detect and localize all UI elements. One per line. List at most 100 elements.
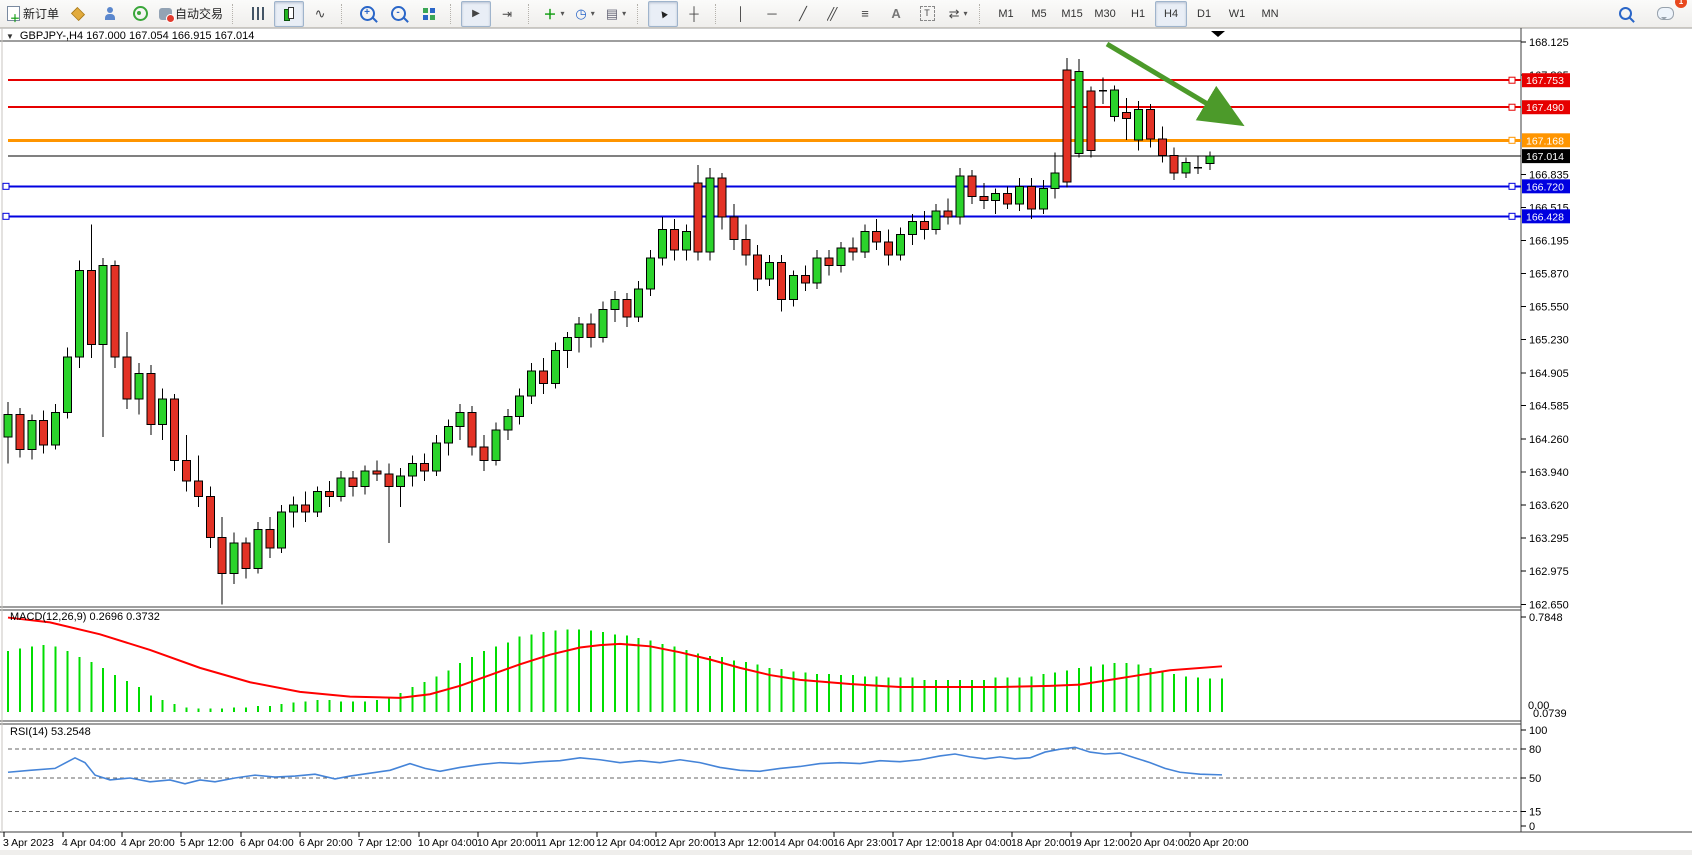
toolbar-separator xyxy=(528,4,535,24)
chart-shift-button[interactable]: ⇥ xyxy=(492,1,522,27)
price-tick-label: 163.620 xyxy=(1529,500,1569,512)
auto-trading-button[interactable]: 自动交易 xyxy=(156,1,226,27)
zoom-in-button[interactable]: + xyxy=(352,1,382,27)
new-order-icon xyxy=(7,6,20,21)
timeframe-h1[interactable]: H1 xyxy=(1122,1,1154,27)
market-depth-icon xyxy=(71,6,85,20)
candle-body xyxy=(611,299,619,309)
line-anchor-handle[interactable] xyxy=(3,183,9,189)
candle-body xyxy=(254,529,262,568)
timeframe-m15[interactable]: M15 xyxy=(1056,1,1088,27)
candle-body xyxy=(551,351,559,384)
time-label: 19 Apr 12:00 xyxy=(1070,837,1130,849)
bar-chart-button[interactable] xyxy=(243,1,273,27)
candle-body xyxy=(171,399,179,461)
candle-body xyxy=(409,464,417,476)
template-icon: ▤ xyxy=(606,6,618,22)
candle-body xyxy=(873,232,881,242)
notifications-button[interactable]: 1 xyxy=(1650,1,1680,27)
text-label-tool[interactable]: T xyxy=(912,1,942,27)
channel-icon: ╱╱ xyxy=(827,7,841,21)
candle-body xyxy=(789,276,797,300)
timeframe-m1[interactable]: M1 xyxy=(990,1,1022,27)
price-badge-label: 167.490 xyxy=(1526,102,1564,114)
candle-body xyxy=(1170,156,1178,173)
candle-body xyxy=(730,217,738,240)
timeframe-m30[interactable]: M30 xyxy=(1089,1,1121,27)
candle-body xyxy=(278,512,286,548)
rsi-indicator-label: RSI(14) 53.2548 xyxy=(10,726,91,738)
chart-window-title[interactable]: ▼ GBPJPY-,H4 167.000 167.054 166.915 167… xyxy=(6,30,254,42)
candle-body xyxy=(1146,109,1154,139)
price-badge-label: 166.428 xyxy=(1526,211,1564,223)
symbol-dropdown-icon[interactable]: ▼ xyxy=(6,32,14,41)
timeframe-group: M1M5M15M30H1H4D1W1MN xyxy=(990,1,1286,27)
candle-body xyxy=(540,371,548,383)
candle-body xyxy=(4,414,12,437)
auto-scroll-button[interactable]: ▶ xyxy=(461,1,491,27)
arrows-tool[interactable]: ⇄▾ xyxy=(943,1,973,27)
chevron-down-icon: ▾ xyxy=(591,9,595,18)
symbol-ohlc-text: GBPJPY-,H4 167.000 167.054 166.915 167.0… xyxy=(20,30,254,42)
toolbar-separator xyxy=(715,4,722,24)
timeframe-m5[interactable]: M5 xyxy=(1023,1,1055,27)
time-label: 18 Apr 04:00 xyxy=(952,837,1012,849)
line-anchor-handle[interactable] xyxy=(3,213,9,219)
zoom-out-button[interactable]: - xyxy=(383,1,413,27)
tile-windows-button[interactable] xyxy=(414,1,444,27)
candle-body xyxy=(754,255,762,279)
trendline-tool[interactable]: ╱ xyxy=(788,1,818,27)
line-anchor-handle[interactable] xyxy=(1509,77,1515,83)
text-label-icon: T xyxy=(920,6,935,21)
price-tick-label: 165.550 xyxy=(1529,302,1569,314)
candle-body xyxy=(944,211,952,217)
time-label: 13 Apr 12:00 xyxy=(714,837,774,849)
time-label: 16 Apr 23:00 xyxy=(833,837,893,849)
price-badge-label: 167.014 xyxy=(1526,151,1564,163)
line-anchor-handle[interactable] xyxy=(1509,137,1515,143)
fibonacci-tool[interactable]: ≡ xyxy=(850,1,880,27)
candle-body xyxy=(766,262,774,278)
timeframe-mn[interactable]: MN xyxy=(1254,1,1286,27)
text-tool[interactable]: A xyxy=(881,1,911,27)
candle-body xyxy=(421,464,429,471)
crosshair-tool-button[interactable]: ┼ xyxy=(679,1,709,27)
line-anchor-handle[interactable] xyxy=(1509,213,1515,219)
candle-body xyxy=(492,430,500,461)
line-chart-button[interactable]: ∿ xyxy=(305,1,335,27)
new-order-button[interactable]: 新订单 xyxy=(4,1,62,27)
candle-body xyxy=(635,289,643,317)
search-button[interactable] xyxy=(1610,1,1640,27)
candle-body xyxy=(1182,163,1190,173)
time-label: 6 Apr 20:00 xyxy=(299,837,353,849)
periods-button[interactable]: ◷▾ xyxy=(570,1,600,27)
vertical-line-tool[interactable]: │ xyxy=(726,1,756,27)
candle-body xyxy=(885,242,893,255)
horizontal-line-tool[interactable]: ─ xyxy=(757,1,787,27)
candle-body xyxy=(123,357,131,399)
timeframe-h4[interactable]: H4 xyxy=(1155,1,1187,27)
community-button[interactable] xyxy=(94,1,124,27)
line-anchor-handle[interactable] xyxy=(1509,104,1515,110)
price-tick-label: 165.230 xyxy=(1529,334,1569,346)
templates-button[interactable]: ▤▾ xyxy=(601,1,631,27)
candle-body xyxy=(1087,91,1095,151)
channel-tool[interactable]: ╱╱ xyxy=(819,1,849,27)
timeframe-w1[interactable]: W1 xyxy=(1221,1,1253,27)
auto-trading-icon xyxy=(159,8,172,20)
indicators-button[interactable]: ＋▾ xyxy=(539,1,569,27)
cursor-tool-button[interactable]: ▲ xyxy=(648,1,678,27)
chart-canvas[interactable]: 168.125167.805166.835166.515166.195165.8… xyxy=(0,0,1692,855)
chevron-down-icon: ▾ xyxy=(622,9,626,18)
candle-body xyxy=(218,538,226,574)
timeframe-d1[interactable]: D1 xyxy=(1188,1,1220,27)
candlestick-chart-button[interactable] xyxy=(274,1,304,27)
macd-min-label: 0.0739 xyxy=(1533,708,1567,720)
clock-icon: ◷ xyxy=(575,6,586,22)
market-depth-button[interactable] xyxy=(63,1,93,27)
signals-button[interactable] xyxy=(125,1,155,27)
candle-body xyxy=(444,427,452,443)
line-anchor-handle[interactable] xyxy=(1509,183,1515,189)
candle-body xyxy=(801,276,809,283)
candle-body xyxy=(956,176,964,217)
